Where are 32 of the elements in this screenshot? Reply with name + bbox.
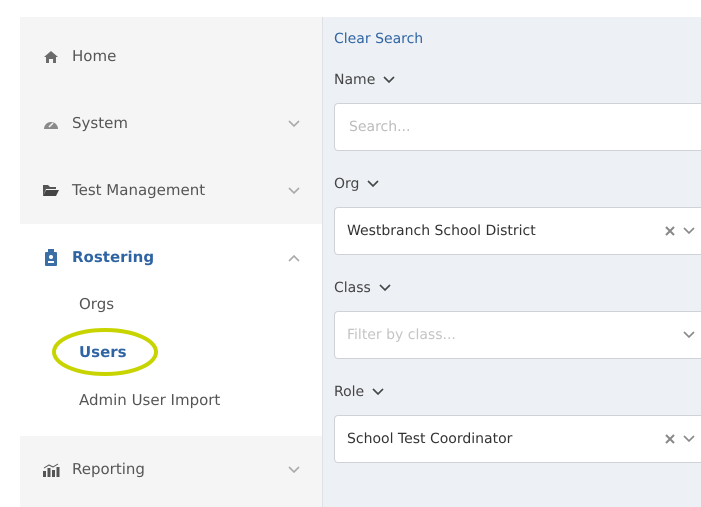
filter-label: Class: [334, 278, 371, 298]
filter-label: Name: [334, 70, 376, 90]
clear-icon[interactable]: [665, 226, 675, 236]
chevron-down-icon: [683, 331, 695, 339]
nav-subitem[interactable]: Admin User Import: [79, 389, 220, 412]
bar-chart-icon: [42, 462, 60, 476]
chevron-down-icon: [288, 466, 300, 474]
select-field[interactable]: School Test Coordinator: [334, 415, 701, 463]
filter-label: Org: [334, 174, 360, 194]
chevron-down-icon: [288, 120, 300, 128]
nav-item[interactable]: System: [20, 90, 322, 157]
chevron-down-icon: [367, 180, 380, 188]
chevron-down-icon: [683, 227, 695, 235]
clear-search-link[interactable]: Clear Search: [334, 29, 424, 51]
chevron-down-icon: [683, 435, 695, 443]
filter-label: Role: [334, 382, 364, 402]
folder-icon: [42, 184, 60, 197]
chevron-up-icon: [288, 254, 300, 262]
chevron-down-icon: [288, 186, 300, 194]
select-field[interactable]: Westbranch School District: [334, 207, 701, 255]
home-icon: [43, 50, 59, 64]
nav-subitem[interactable]: Orgs: [79, 293, 114, 316]
nav-item[interactable]: Test Management: [20, 157, 322, 224]
chevron-down-icon: [372, 388, 384, 396]
id-badge-icon: [44, 248, 58, 266]
clear-icon[interactable]: [665, 434, 675, 444]
search-field[interactable]: Search...: [334, 103, 701, 151]
nav-item[interactable]: Reporting: [20, 436, 322, 503]
nav-item[interactable]: Rostering: [20, 224, 322, 291]
chevron-down-icon: [383, 76, 396, 84]
chevron-down-icon: [378, 284, 391, 292]
nav-item[interactable]: Home: [20, 23, 322, 90]
